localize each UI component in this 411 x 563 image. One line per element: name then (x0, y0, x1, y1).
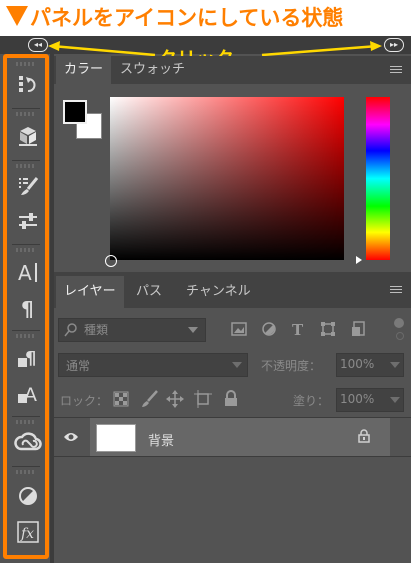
dock-grip[interactable] (16, 112, 36, 116)
filter-type-icon[interactable]: T (291, 321, 305, 337)
tab-channels[interactable]: チャンネル (178, 276, 259, 308)
brush-icon[interactable] (10, 204, 46, 240)
lock-artboard-icon[interactable] (194, 390, 212, 408)
svg-text:fx: fx (20, 526, 34, 542)
tab-paths[interactable]: パス (128, 276, 170, 308)
svg-text:¶: ¶ (21, 297, 34, 319)
lock-transparent-pixels-icon[interactable] (113, 391, 129, 407)
eye-icon[interactable] (63, 431, 79, 443)
filter-adjustment-icon[interactable] (261, 321, 277, 337)
properties-3d-icon[interactable] (10, 118, 46, 154)
layer-filter-select[interactable] (58, 318, 206, 342)
styles-fx-icon[interactable]: fx (10, 514, 46, 550)
svg-text:T: T (292, 321, 304, 337)
chevron-down-icon (188, 327, 198, 333)
paragraph-icon[interactable]: ¶ (10, 290, 46, 326)
fill-label: 塗り： (293, 394, 330, 408)
layers-panel-menu-icon[interactable] (390, 286, 402, 294)
blend-mode-value: 通常 (66, 359, 91, 373)
layer-name[interactable]: 背景 (148, 430, 174, 449)
chevron-down-icon (390, 397, 400, 403)
character-icon[interactable]: A (10, 254, 46, 290)
layer-lock-icon (358, 429, 370, 443)
chevron-down-icon (390, 362, 400, 368)
color-panel-menu-icon[interactable] (390, 66, 402, 74)
filter-toggle[interactable] (394, 318, 404, 328)
creative-cloud-icon[interactable] (10, 424, 46, 460)
lock-all-icon[interactable] (224, 390, 238, 407)
hue-slider[interactable] (366, 97, 390, 260)
filter-pixel-icon[interactable] (231, 322, 247, 336)
paragraph-style-icon[interactable]: A (10, 376, 46, 412)
opacity-value: 100% (340, 357, 375, 371)
tab-swatches[interactable]: スウォッチ (112, 56, 193, 84)
page-heading: パネルをアイコンにしている状態 (30, 6, 344, 30)
svg-text:A: A (24, 384, 37, 406)
hue-slider-handle[interactable] (356, 256, 362, 264)
color-picker-marker[interactable] (105, 255, 117, 267)
tab-color[interactable]: カラー (56, 56, 112, 84)
color-field[interactable] (110, 97, 344, 260)
opacity-label: 不透明度： (261, 359, 322, 373)
dock-grip[interactable] (16, 248, 36, 252)
page-heading-row: パネルをアイコンにしている状態 (0, 0, 411, 36)
lock-label: ロック： (60, 394, 109, 408)
history-icon[interactable] (10, 66, 46, 102)
chevron-down-icon (232, 362, 242, 368)
svg-text:¶: ¶ (25, 348, 36, 369)
dock-grip[interactable] (16, 334, 36, 338)
search-icon (64, 323, 77, 337)
fill-value: 100% (340, 392, 375, 406)
brush-settings-icon[interactable] (10, 168, 46, 204)
filter-smart-object-icon[interactable] (351, 321, 367, 337)
adjustments-icon[interactable] (10, 478, 46, 514)
down-triangle-icon (6, 6, 28, 26)
svg-text:A: A (18, 261, 32, 284)
dock-grip[interactable] (16, 470, 36, 474)
filter-shape-icon[interactable] (320, 321, 336, 337)
layer-thumbnail[interactable] (96, 424, 136, 452)
filter-kind-label: 種類 (84, 323, 109, 337)
character-style-icon[interactable]: ¶ (10, 340, 46, 376)
lock-image-pixels-icon[interactable] (140, 390, 158, 408)
lock-position-icon[interactable] (166, 390, 184, 408)
foreground-color-swatch[interactable] (63, 100, 87, 124)
tab-layers[interactable]: レイヤー (56, 276, 124, 308)
